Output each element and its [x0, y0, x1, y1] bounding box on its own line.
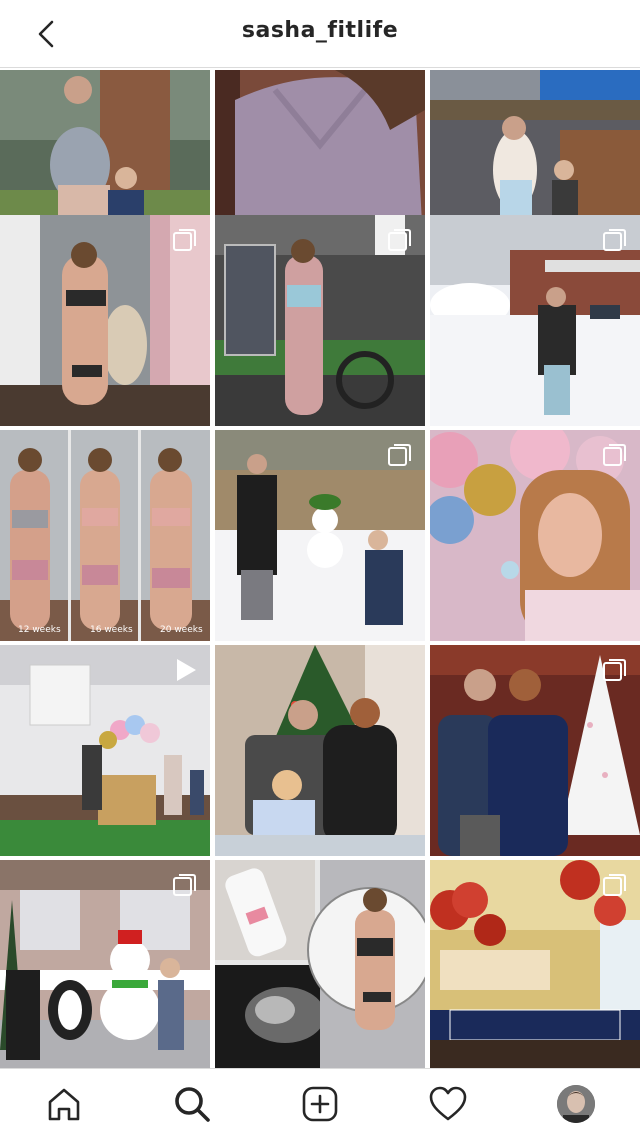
grid-post[interactable] [430, 860, 640, 1071]
grid-post[interactable] [215, 215, 425, 426]
home-icon [48, 1088, 80, 1121]
nav-profile-button[interactable] [554, 1082, 598, 1126]
grid-post[interactable] [430, 215, 640, 426]
nav-new-post-button[interactable] [298, 1082, 342, 1126]
photo-caption: 12 weeks [18, 625, 61, 635]
nav-activity-button[interactable] [426, 1082, 470, 1126]
video-icon [177, 659, 196, 681]
post-thumbnail [215, 860, 425, 1071]
nav-search-button[interactable] [170, 1082, 214, 1126]
carousel-icon [603, 229, 626, 251]
grid-post[interactable] [430, 645, 640, 856]
carousel-icon [603, 444, 626, 466]
grid-post[interactable] [0, 860, 210, 1071]
profile-username-title: sasha_fitlife [241, 18, 399, 43]
top-bar: sasha_fitlife [0, 0, 640, 68]
photo-caption: 20 weeks [160, 625, 203, 635]
carousel-icon [173, 229, 196, 251]
grid-post[interactable]: 12 weeks 16 weeks 20 weeks [0, 430, 210, 641]
carousel-icon [388, 229, 411, 251]
carousel-icon [388, 444, 411, 466]
bottom-navigation [0, 1068, 640, 1138]
nav-home-button[interactable] [42, 1082, 86, 1126]
plus-square-icon [302, 1086, 338, 1122]
post-thumbnail [215, 645, 425, 856]
heart-icon [429, 1086, 467, 1121]
carousel-icon [603, 659, 626, 681]
avatar-image [557, 1085, 595, 1123]
grid-post[interactable] [215, 645, 425, 856]
avatar [557, 1085, 595, 1123]
photo-caption: 16 weeks [90, 625, 133, 635]
carousel-icon [603, 874, 626, 896]
grid-post[interactable] [0, 215, 210, 426]
post-thumbnail [0, 430, 210, 641]
search-icon [175, 1087, 210, 1122]
carousel-icon [173, 874, 196, 896]
grid-post[interactable] [215, 860, 425, 1071]
grid-post[interactable] [430, 430, 640, 641]
grid-post[interactable] [215, 430, 425, 641]
grid-post[interactable] [0, 645, 210, 856]
